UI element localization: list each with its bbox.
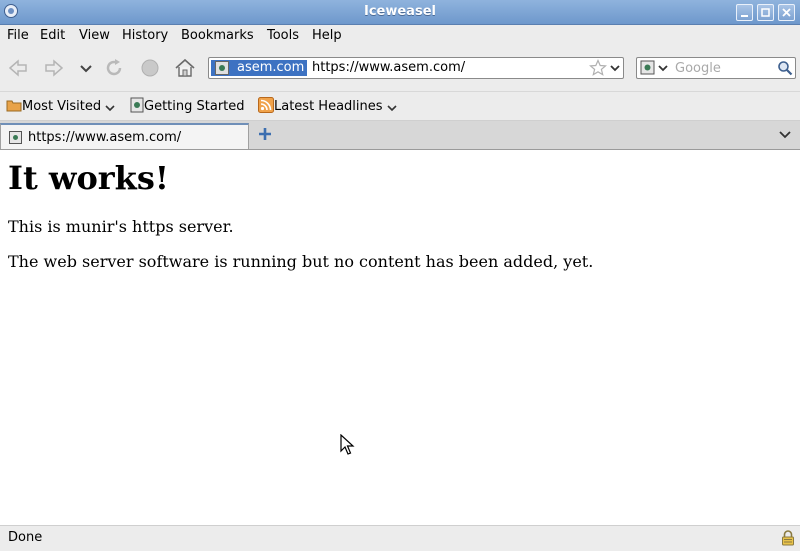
rss-feed-icon [258,97,274,113]
site-identity-button[interactable]: asem.com [211,60,307,76]
forward-arrow-icon[interactable] [42,56,66,80]
status-text: Done [8,530,43,545]
bookmark-label: Latest Headlines [274,99,383,114]
chevron-down-icon [105,105,115,112]
menu-file[interactable]: File [7,28,29,43]
magnifier-icon[interactable] [777,60,793,76]
page-heading: It works! [8,159,169,197]
star-icon[interactable] [589,59,607,77]
bookmark-label: Most Visited [22,99,102,114]
reload-icon[interactable] [102,56,126,80]
menu-view[interactable]: View [79,28,110,43]
chevron-down-icon[interactable] [74,56,98,80]
bookmark-latest-headlines[interactable]: Latest Headlines [258,97,397,114]
menu-help[interactable]: Help [312,28,342,43]
tab-favicon-icon [9,131,22,144]
maximize-button[interactable] [757,4,774,21]
navigation-toolbar: asem.com https://www.asem.com/ [0,48,800,92]
page-paragraph: The web server software is running but n… [8,252,594,271]
menu-bookmarks[interactable]: Bookmarks [181,28,254,43]
page-content: It works! This is munir's https server. … [0,150,800,525]
menu-edit[interactable]: Edit [40,28,65,43]
stop-icon[interactable] [138,56,162,80]
mouse-pointer-icon [340,434,355,455]
tab-strip: https://www.asem.com/ [0,121,800,150]
url-input[interactable]: https://www.asem.com/ [312,60,465,76]
menu-history[interactable]: History [122,28,168,43]
url-history-dropdown-icon[interactable] [609,62,621,74]
page-icon [130,97,144,113]
new-tab-plus-icon[interactable] [258,127,272,141]
maximize-icon [761,8,770,17]
home-icon[interactable] [173,56,197,80]
bookmark-label: Getting Started [144,99,245,114]
close-button[interactable] [778,4,795,21]
close-icon [782,8,791,17]
tab-list-chevron-icon[interactable] [778,129,792,141]
window-title: Iceweasel [364,4,436,19]
menu-tools[interactable]: Tools [267,28,299,43]
site-favicon-icon [215,61,229,75]
search-input[interactable] [675,59,773,77]
folder-icon [6,100,22,112]
tab-label: https://www.asem.com/ [28,130,182,145]
title-bar: Iceweasel [0,0,800,25]
lock-icon[interactable] [781,530,795,546]
chevron-down-icon [387,105,397,112]
status-bar: Done [0,525,800,551]
minimize-button[interactable] [736,4,753,21]
bookmark-most-visited[interactable]: Most Visited [6,97,115,114]
page-paragraph: This is munir's https server. [8,217,234,236]
search-engine-icon[interactable] [640,60,672,76]
url-bar[interactable]: asem.com https://www.asem.com/ [208,57,624,79]
tab-active[interactable]: https://www.asem.com/ [0,123,249,149]
bookmark-getting-started[interactable]: Getting Started [130,97,245,114]
back-arrow-icon[interactable] [6,56,30,80]
menu-bar: File Edit View History Bookmarks Tools H… [0,25,800,48]
site-identity-label: asem.com [237,60,305,75]
bookmarks-toolbar: Most Visited Getting Started Latest Head… [0,92,800,121]
minimize-icon [741,15,748,17]
search-bar[interactable] [636,57,796,79]
